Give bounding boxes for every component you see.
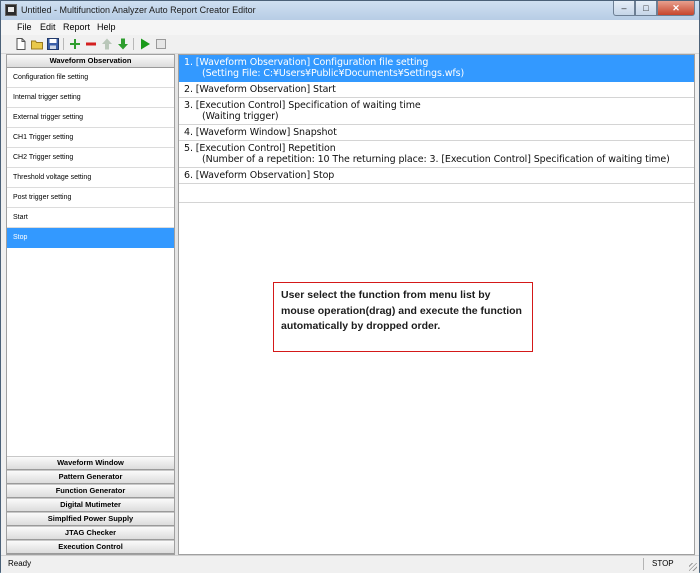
function-item-configuration-file-setting[interactable]: Configuration file setting	[7, 68, 174, 88]
window-title: Untitled - Multifunction Analyzer Auto R…	[21, 5, 256, 15]
menu-bar: File Edit Report Help	[1, 20, 699, 35]
app-icon	[5, 4, 17, 16]
menu-help[interactable]: Help	[97, 22, 116, 32]
step-item-5[interactable]: 5. [Execution Control] Repetition (Numbe…	[179, 141, 694, 168]
run-icon[interactable]	[138, 37, 152, 51]
group-header-function-generator[interactable]: Function Generator	[7, 484, 174, 498]
status-separator	[643, 558, 644, 570]
step-title: 4. [Waveform Window] Snapshot	[184, 127, 337, 138]
empty-drop-row[interactable]	[179, 184, 694, 203]
status-bar: Ready STOP	[1, 555, 699, 573]
toolbar-separator	[133, 38, 134, 50]
step-detail: (Setting File: C:¥Users¥Public¥Documents…	[202, 68, 465, 79]
step-item-1[interactable]: 1. [Waveform Observation] Configuration …	[179, 55, 694, 82]
move-up-icon[interactable]	[100, 37, 114, 51]
step-detail: (Number of a repetition: 10 The returnin…	[202, 154, 670, 165]
step-title: 3. [Execution Control] Specification of …	[184, 100, 421, 111]
window-controls: – □ ✕	[613, 1, 695, 17]
group-header-execution-control[interactable]: Execution Control	[7, 540, 174, 554]
function-item-start[interactable]: Start	[7, 208, 174, 228]
group-header-waveform-observation[interactable]: Waveform Observation	[7, 55, 174, 68]
annotation-callout: User select the function from menu list …	[273, 282, 533, 352]
app-window: Untitled - Multifunction Analyzer Auto R…	[0, 0, 700, 573]
function-item-post-trigger-setting[interactable]: Post trigger setting	[7, 188, 174, 208]
maximize-button[interactable]: □	[635, 1, 657, 16]
save-icon[interactable]	[46, 37, 60, 51]
collapsed-groups: Waveform Window Pattern Generator Functi…	[7, 456, 174, 554]
step-title: 2. [Waveform Observation] Start	[184, 84, 336, 95]
toolbar-separator	[63, 38, 64, 50]
step-title: 1. [Waveform Observation] Configuration …	[184, 57, 429, 68]
group-header-simplified-power-supply[interactable]: Simplfied Power Supply	[7, 512, 174, 526]
menu-report[interactable]: Report	[63, 22, 90, 32]
function-item-ch1-trigger-setting[interactable]: CH1 Trigger setting	[7, 128, 174, 148]
add-icon[interactable]	[68, 37, 82, 51]
stop-icon[interactable]	[154, 37, 168, 51]
step-title: 5. [Execution Control] Repetition	[184, 143, 336, 154]
step-item-4[interactable]: 4. [Waveform Window] Snapshot	[179, 125, 694, 141]
close-button[interactable]: ✕	[657, 1, 695, 16]
group-header-waveform-window[interactable]: Waveform Window	[7, 456, 174, 470]
resize-grip[interactable]	[689, 563, 697, 571]
toolbar	[1, 35, 699, 54]
remove-icon[interactable]	[84, 37, 98, 51]
function-item-stop[interactable]: Stop	[7, 228, 174, 248]
menu-file[interactable]: File	[17, 22, 32, 32]
move-down-icon[interactable]	[116, 37, 130, 51]
function-menu-panel: Waveform Observation Configuration file …	[6, 54, 175, 555]
step-title: 6. [Waveform Observation] Stop	[184, 170, 335, 181]
step-item-2[interactable]: 2. [Waveform Observation] Start	[179, 82, 694, 98]
function-item-ch2-trigger-setting[interactable]: CH2 Trigger setting	[7, 148, 174, 168]
status-text: Ready	[8, 559, 32, 568]
menu-edit[interactable]: Edit	[40, 22, 56, 32]
group-header-digital-multimeter[interactable]: Digital Mutimeter	[7, 498, 174, 512]
step-item-3[interactable]: 3. [Execution Control] Specification of …	[179, 98, 694, 125]
minimize-button[interactable]: –	[613, 1, 635, 16]
function-item-external-trigger-setting[interactable]: External trigger setting	[7, 108, 174, 128]
open-folder-icon[interactable]	[30, 37, 44, 51]
function-item-threshold-voltage-setting[interactable]: Threshold voltage setting	[7, 168, 174, 188]
step-detail: (Waiting trigger)	[202, 111, 279, 122]
run-state-indicator: STOP	[652, 559, 674, 568]
step-item-6[interactable]: 6. [Waveform Observation] Stop	[179, 168, 694, 184]
new-file-icon[interactable]	[14, 37, 28, 51]
function-item-internal-trigger-setting[interactable]: Internal trigger setting	[7, 88, 174, 108]
group-header-jtag-checker[interactable]: JTAG Checker	[7, 526, 174, 540]
group-header-pattern-generator[interactable]: Pattern Generator	[7, 470, 174, 484]
title-bar[interactable]: Untitled - Multifunction Analyzer Auto R…	[1, 1, 699, 21]
